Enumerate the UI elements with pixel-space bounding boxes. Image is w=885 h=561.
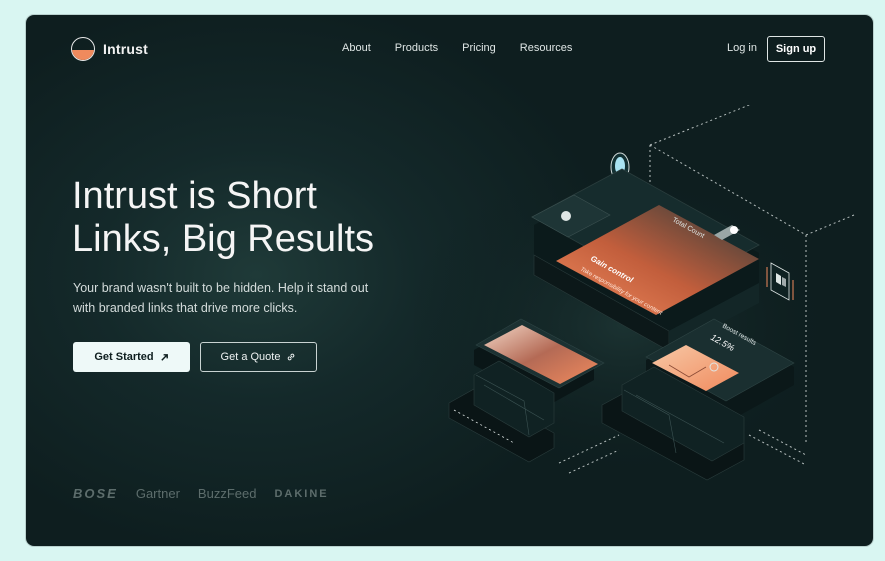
main-menu: About Products Pricing Resources (342, 42, 572, 54)
hero-frame: Intrust About Products Pricing Resources… (26, 15, 873, 546)
signup-button[interactable]: Sign up (767, 36, 825, 62)
hero-subtitle: Your brand wasn't built to be hidden. He… (73, 281, 369, 315)
arrow-up-right-icon (160, 353, 168, 361)
headline-line-2: Links, Big Results (72, 218, 375, 260)
nav-item-resources[interactable]: Resources (520, 42, 573, 54)
top-nav: Intrust About Products Pricing Resources… (26, 15, 873, 83)
brand-name: Intrust (103, 41, 148, 57)
logo-dakine: DAKINE (274, 487, 329, 500)
brand-logo[interactable]: Intrust (71, 37, 148, 61)
link-icon (288, 353, 295, 361)
get-quote-label: Get a Quote (220, 351, 281, 363)
isometric-illustration: Total Count Gain control Take responsibi… (414, 105, 855, 485)
get-started-label: Get Started (94, 351, 154, 363)
logo-buzzfeed: BuzzFeed (197, 486, 257, 501)
login-link[interactable]: Log in (727, 42, 757, 54)
nav-item-pricing[interactable]: Pricing (462, 42, 496, 54)
logo-icon (71, 37, 95, 61)
headline-line-1: Intrust is Short (72, 175, 317, 217)
get-started-button[interactable]: Get Started (73, 342, 190, 372)
logo-bose: BOSE (73, 486, 118, 501)
nav-item-products[interactable]: Products (395, 42, 438, 54)
get-quote-button[interactable]: Get a Quote (200, 342, 317, 372)
hero-headline: Intrust is Short Links, Big Results (72, 175, 432, 261)
logo-gartner: Gartner (135, 486, 180, 501)
nav-item-about[interactable]: About (342, 42, 371, 54)
partner-logos: BOSE Gartner BuzzFeed DAKINE (73, 486, 329, 501)
